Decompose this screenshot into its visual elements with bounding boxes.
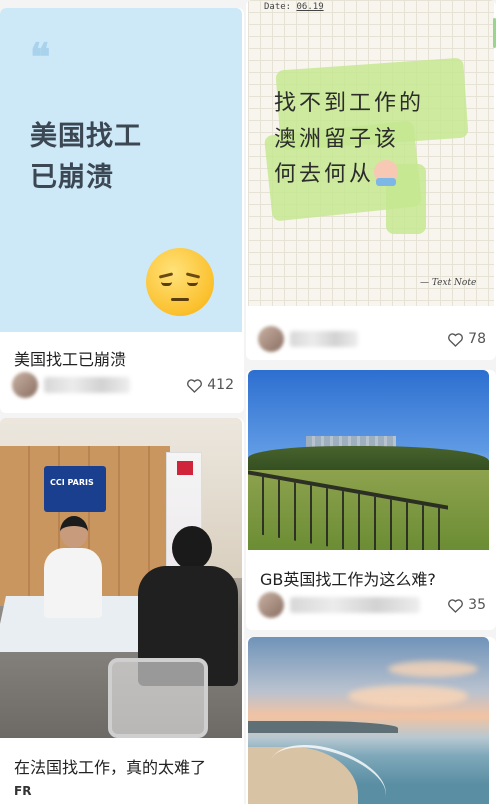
heart-icon xyxy=(448,332,464,347)
card-caption[interactable]: 在法国找工作，真的太难了 xyxy=(14,754,206,778)
sad-face-emoji-icon xyxy=(146,248,214,316)
note-card-beach[interactable] xyxy=(246,637,496,804)
like-button[interactable]: 412 xyxy=(186,377,234,393)
note-card-us-job[interactable]: ❝ 美国找工 已崩溃 美国找工已崩溃 412 xyxy=(0,8,244,413)
heart-icon xyxy=(448,598,464,613)
card-caption[interactable]: GB英国找工作为这么难? xyxy=(260,566,436,590)
cover-title: 美国找工 已崩溃 xyxy=(30,121,142,194)
author-name-blurred[interactable] xyxy=(290,597,420,613)
author-row: 78 xyxy=(258,326,486,352)
heart-icon xyxy=(187,378,203,393)
card-cover[interactable]: Date: 06.19 找不到工作的 澳洲留子该 何去何从 — Text Not… xyxy=(248,0,494,306)
note-card-france-job[interactable]: CCI PARIS 在法国找工作，真的太难了 FR xyxy=(0,418,244,804)
note-handwriting: 找不到工作的 澳洲留子该 何去何从 xyxy=(274,91,425,188)
like-button[interactable]: 35 xyxy=(447,597,486,613)
country-badge: FR xyxy=(14,784,32,798)
avatar[interactable] xyxy=(12,372,38,398)
author-name-blurred[interactable] xyxy=(44,377,130,393)
avatar[interactable] xyxy=(258,326,284,352)
like-button[interactable]: 78 xyxy=(447,331,486,347)
author-row: 35 xyxy=(258,592,486,618)
note-signature: — Text Note xyxy=(420,278,477,288)
like-count: 412 xyxy=(207,377,234,393)
card-cover[interactable]: ❝ 美国找工 已崩溃 xyxy=(0,8,242,332)
note-card-australia-job[interactable]: Date: 06.19 找不到工作的 澳洲留子该 何去何从 — Text Not… xyxy=(246,0,496,360)
like-count: 78 xyxy=(468,331,486,347)
crying-emoji-icon xyxy=(374,160,399,187)
quote-icon: ❝ xyxy=(30,34,51,79)
card-photo[interactable]: CCI PARIS xyxy=(0,418,242,738)
note-card-uk-job[interactable]: GB英国找工作为这么难? 35 xyxy=(246,370,496,630)
card-photo[interactable] xyxy=(248,637,489,804)
card-photo[interactable] xyxy=(248,370,489,550)
author-row: 412 xyxy=(12,372,234,398)
cci-banner: CCI PARIS xyxy=(44,466,106,512)
card-caption[interactable]: 美国找工已崩溃 xyxy=(14,346,126,370)
like-count: 35 xyxy=(468,597,486,613)
avatar[interactable] xyxy=(258,592,284,618)
author-name-blurred[interactable] xyxy=(290,331,358,347)
note-date: Date: 06.19 xyxy=(264,2,324,12)
